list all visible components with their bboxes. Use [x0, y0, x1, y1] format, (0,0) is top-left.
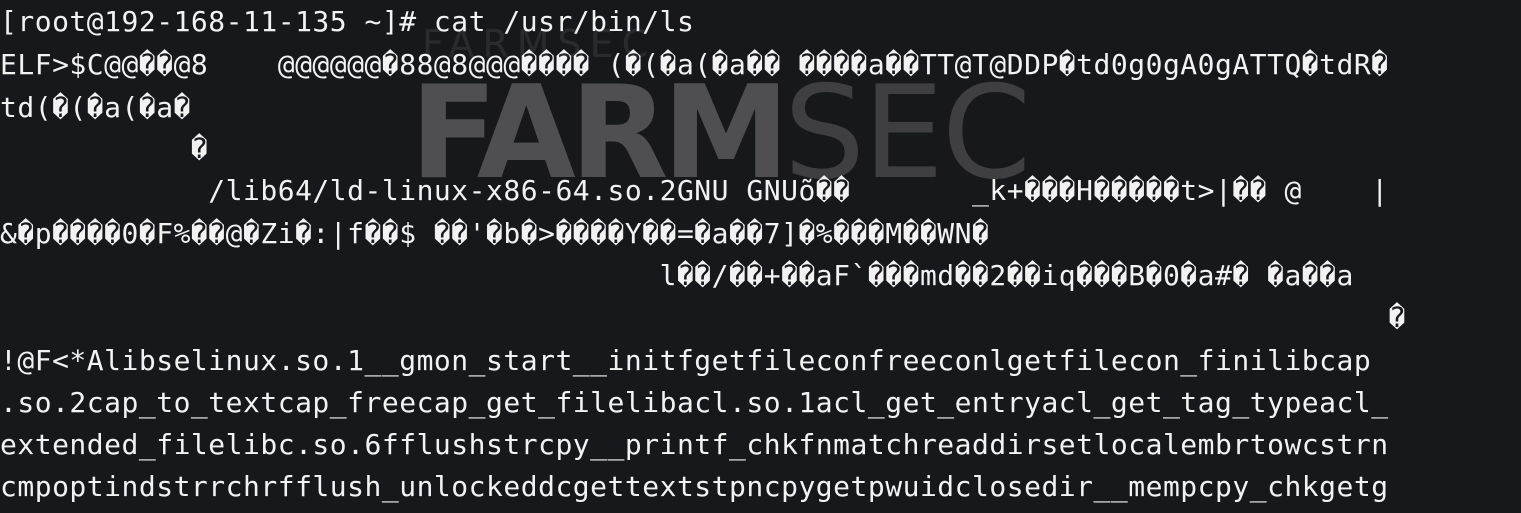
terminal-output-line: &�p����0�F%��@�Zi�:|f��$ ��'�b�>����Y��=…	[0, 217, 990, 250]
terminal-window[interactable]: FARMSEC FARMSEC [root@192-168-11-135 ~]#…	[0, 0, 1521, 513]
terminal-output-line: .so.2cap_to_textcap_freecap_get_fileliba…	[0, 386, 1389, 419]
terminal-output-line: !@F<*Alibselinux.so.1__gmon_start__initf…	[0, 344, 1372, 377]
terminal-output-line: td(�(�a(�a�	[0, 91, 191, 124]
terminal-output-line: �	[0, 132, 209, 165]
terminal-output-line: l��/��+��aF`���md��2��iq���B�0�a#� �a��a	[0, 259, 1354, 292]
terminal-output-line: �	[0, 301, 1406, 334]
terminal-output-line: extended_filelibc.so.6fflushstrcpy__prin…	[0, 428, 1389, 461]
terminal-output-line: /lib64/ld-linux-x86-64.so.2GNU GNUõ�� _k…	[0, 174, 1389, 207]
terminal-output-line: ELF>$C@@��@8 @@@@@@�88@8@@@���� (�(�a(�a…	[0, 48, 1389, 81]
terminal-output-line: cmpoptindstrrchrfflush_unlockeddcgettext…	[0, 470, 1389, 503]
terminal-prompt-line: [root@192-168-11-135 ~]# cat /usr/bin/ls	[0, 5, 695, 38]
